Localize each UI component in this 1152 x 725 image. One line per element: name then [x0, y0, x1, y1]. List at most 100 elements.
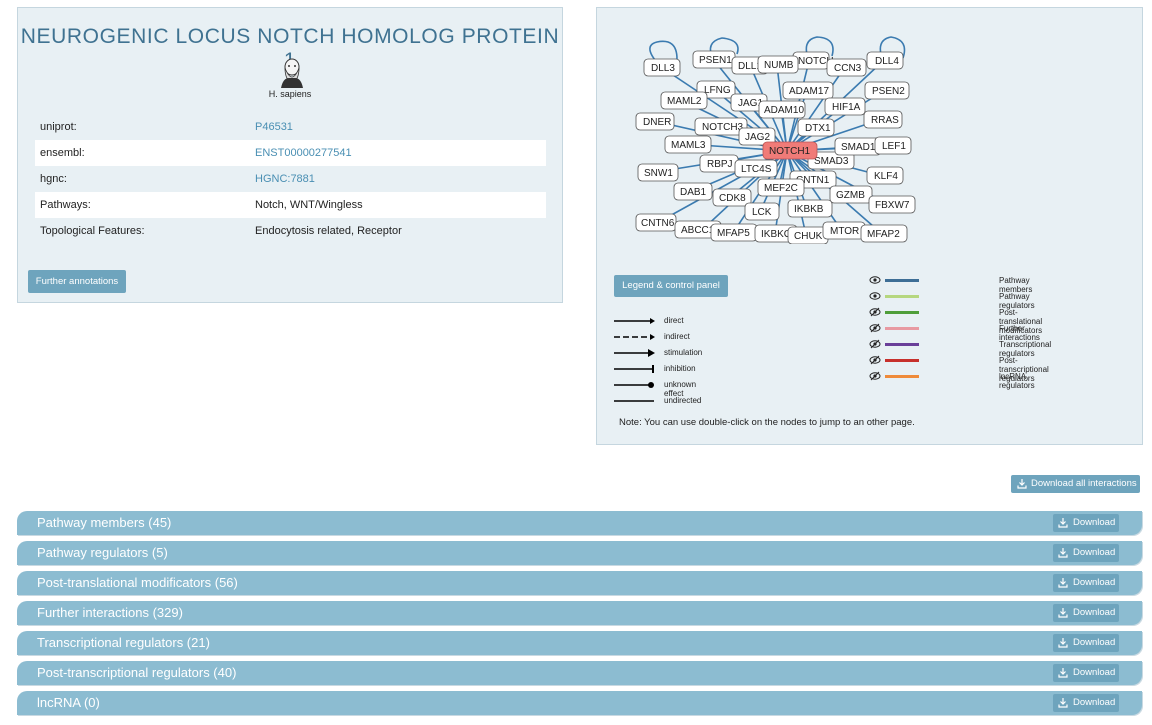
info-key: Topological Features: — [40, 225, 145, 237]
node-label: MFAP2 — [867, 229, 900, 240]
node-label: DLL3 — [651, 63, 675, 74]
hgnc-link[interactable]: HGNC:7881 — [255, 173, 315, 185]
download-all-label: Download all interactions — [1031, 478, 1137, 489]
double-click-note: Note: You can use double-click on the no… — [619, 417, 915, 428]
inhibition-arrow-icon — [614, 365, 654, 373]
download-icon — [1058, 668, 1068, 678]
indirect-arrow-icon — [614, 334, 655, 340]
eye-slash-icon — [869, 323, 881, 333]
info-row-topology: Topological Features: Endocytosis relate… — [35, 218, 546, 244]
node-label: DAB1 — [680, 187, 707, 198]
download-icon — [1058, 638, 1068, 648]
info-key: ensembl: — [40, 147, 85, 159]
unknown-effect-arrow-icon — [614, 382, 654, 388]
network-panel: DLL3 PSEN1 DLL1 NOTCH NUMB CCN3 DLL4 LFN… — [596, 7, 1143, 445]
download-button[interactable]: Download — [1053, 544, 1119, 562]
download-button[interactable]: Download — [1053, 664, 1119, 682]
node-label: IKBKB — [794, 204, 824, 215]
download-label: Download — [1073, 577, 1116, 588]
node-label: LEF1 — [882, 141, 906, 152]
info-row-hgnc: hgnc: HGNC:7881 — [35, 166, 546, 192]
protein-info-panel: NEUROGENIC LOCUS NOTCH HOMOLOG PROTEIN 1… — [17, 7, 563, 303]
node-label: ABCC1 — [681, 225, 715, 236]
undirected-line-icon — [614, 400, 654, 402]
eye-icon — [869, 292, 881, 300]
node-label: LTC4S — [741, 164, 772, 175]
interaction-network-graph[interactable]: DLL3 PSEN1 DLL1 NOTCH NUMB CCN3 DLL4 LFN… — [627, 34, 917, 244]
node-label: CNTN6 — [641, 218, 675, 229]
node-label: HIF1A — [832, 102, 861, 113]
node-label: CCN3 — [834, 63, 862, 74]
section-pathway-regulators[interactable]: Pathway regulators (5) Download — [17, 541, 1142, 565]
edge-type-label: direct — [664, 316, 684, 325]
section-post-transcriptional-regulators[interactable]: Post-transcriptional regulators (40) Dow… — [17, 661, 1142, 685]
node-label: GZMB — [836, 190, 865, 201]
layer-color-swatch — [885, 359, 919, 362]
node-label: LCK — [752, 207, 772, 218]
download-icon — [1017, 479, 1027, 489]
node-label: LFNG — [704, 85, 731, 96]
download-icon — [1058, 698, 1068, 708]
info-key: hgnc: — [40, 173, 67, 185]
node-label: MEF2C — [764, 183, 798, 194]
node-label: CDK8 — [719, 193, 746, 204]
download-label: Download — [1073, 667, 1116, 678]
node-label: FBXW7 — [875, 200, 910, 211]
download-button[interactable]: Download — [1053, 604, 1119, 622]
node-label: SNW1 — [644, 168, 673, 179]
node-label: NOTCH1 — [769, 146, 811, 157]
section-post-translational-modificators[interactable]: Post-translational modificators (56) Dow… — [17, 571, 1142, 595]
section-lncrna[interactable]: lncRNA (0) Download — [17, 691, 1142, 715]
node-label: PSEN2 — [872, 86, 905, 97]
ensembl-link[interactable]: ENST00000277541 — [255, 147, 352, 159]
download-button[interactable]: Download — [1053, 694, 1119, 712]
direct-arrow-icon — [614, 318, 655, 324]
section-label: Post-translational modificators (56) — [37, 575, 238, 590]
legend-control-panel-button[interactable]: Legend & control panel — [614, 275, 728, 297]
section-label: Pathway members (45) — [37, 515, 172, 530]
download-button[interactable]: Download — [1053, 514, 1119, 532]
download-label: Download — [1073, 607, 1116, 618]
node-label: MAML3 — [671, 140, 706, 151]
node-label: DTX1 — [805, 123, 831, 134]
info-key: uniprot: — [40, 121, 77, 133]
edge-type-label: indirect — [664, 332, 690, 341]
node-label: NUMB — [764, 60, 794, 71]
layer-color-swatch — [885, 375, 919, 378]
download-button[interactable]: Download — [1053, 574, 1119, 592]
node-label: KLF4 — [874, 171, 898, 182]
edge-type-label: stimulation — [664, 348, 703, 357]
download-all-interactions-button[interactable]: Download all interactions — [1011, 475, 1140, 493]
network-nodes: DLL3 PSEN1 DLL1 NOTCH NUMB CCN3 DLL4 LFN… — [635, 50, 916, 244]
edge-type-label: undirected — [664, 396, 702, 405]
layer-color-swatch — [885, 295, 919, 298]
layer-label: lncRNA regulators — [999, 372, 1035, 390]
section-pathway-members[interactable]: Pathway members (45) Download — [17, 511, 1142, 535]
species-portrait-icon — [281, 58, 303, 88]
node-label: DNER — [643, 117, 671, 128]
eye-icon — [869, 276, 881, 284]
node-label: DLL4 — [875, 56, 899, 67]
download-icon — [1058, 548, 1068, 558]
node-label: NOTCH3 — [702, 122, 744, 133]
section-label: Pathway regulators (5) — [37, 545, 168, 560]
topology-value: Endocytosis related, Receptor — [255, 225, 402, 237]
layer-color-swatch — [885, 311, 919, 314]
section-transcriptional-regulators[interactable]: Transcriptional regulators (21) Download — [17, 631, 1142, 655]
section-label: Further interactions (329) — [37, 605, 183, 620]
download-label: Download — [1073, 517, 1116, 528]
section-further-interactions[interactable]: Further interactions (329) Download — [17, 601, 1142, 625]
node-label: SMAD1 — [841, 142, 876, 153]
layer-color-swatch — [885, 279, 919, 282]
species-label: H. sapiens — [268, 89, 312, 99]
download-button[interactable]: Download — [1053, 634, 1119, 652]
further-annotations-button[interactable]: Further annotations — [28, 270, 126, 293]
uniprot-link[interactable]: P46531 — [255, 121, 293, 133]
pathways-value: Notch, WNT/Wingless — [255, 199, 363, 211]
download-icon — [1058, 518, 1068, 528]
node-label: JAG2 — [745, 132, 770, 143]
eye-slash-icon — [869, 371, 881, 381]
section-label: Post-transcriptional regulators (40) — [37, 665, 237, 680]
node-label: MFAP5 — [717, 228, 750, 239]
eye-slash-icon — [869, 307, 881, 317]
